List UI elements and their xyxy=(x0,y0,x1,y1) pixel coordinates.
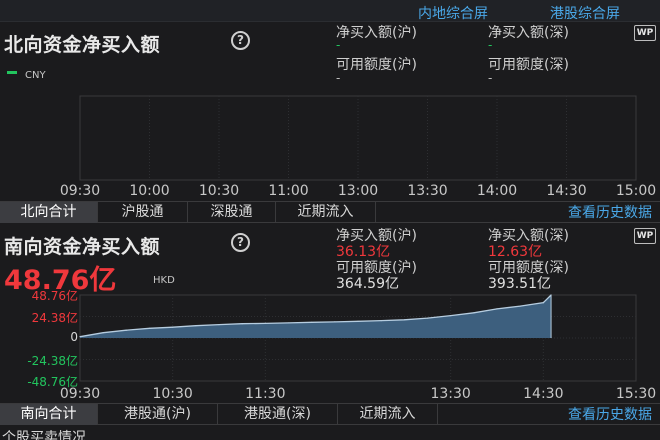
tab-south-recent-inflow[interactable]: 近期流入 xyxy=(338,404,438,425)
tab-sz-connect[interactable]: 深股通 xyxy=(188,202,276,223)
south-data-point xyxy=(79,336,81,338)
south-wp-icon[interactable]: WP xyxy=(634,228,656,244)
tab-north-total[interactable]: 北向合计 xyxy=(0,202,98,223)
tab-hk-connect-sz[interactable]: 港股通(深) xyxy=(218,404,338,425)
north-chart xyxy=(79,95,637,181)
south-help-icon[interactable]: ? xyxy=(231,233,250,252)
south-data-point xyxy=(519,305,521,307)
south-data-point xyxy=(195,325,197,327)
south-chart xyxy=(79,294,637,382)
south-y-tick: 48.76亿 xyxy=(31,289,78,303)
north-sz-net-value: - xyxy=(488,38,493,52)
top-navigation-bar: 内地综合屏 港股综合屏 xyxy=(0,0,660,22)
south-data-point xyxy=(357,320,359,322)
south-data-point xyxy=(311,321,313,323)
north-chart-grid xyxy=(149,96,567,180)
tab-hk-connect-sh[interactable]: 港股通(沪) xyxy=(98,404,218,425)
south-data-point xyxy=(473,312,475,314)
tab-sh-connect[interactable]: 沪股通 xyxy=(98,202,188,223)
south-title: 南向资金净买入额 xyxy=(4,236,161,258)
north-tabbar: 北向合计 沪股通 深股通 近期流入 查看历史数据 xyxy=(0,201,660,223)
north-help-icon[interactable]: ? xyxy=(231,31,250,50)
north-x-tick: 14:30 xyxy=(546,183,587,199)
north-sh-quota-label: 可用额度(沪) xyxy=(336,57,417,73)
south-history-link[interactable]: 查看历史数据 xyxy=(568,405,652,425)
north-x-tick: 14:00 xyxy=(476,183,518,199)
north-wp-icon[interactable]: WP xyxy=(634,25,656,41)
south-x-tick: 13:30 xyxy=(430,386,471,402)
north-legend-line-icon xyxy=(7,71,17,74)
south-data-point xyxy=(496,308,498,310)
south-data-point xyxy=(542,302,544,304)
north-sz-quota-value: - xyxy=(488,71,493,85)
south-data-point xyxy=(380,320,382,322)
south-x-tick: 11:30 xyxy=(245,386,286,402)
south-data-point xyxy=(287,322,290,324)
south-data-point xyxy=(148,327,151,329)
south-currency-label: HKD xyxy=(153,275,175,286)
north-sh-net-label: 净买入额(沪) xyxy=(336,25,417,41)
north-title: 北向资金净买入额 xyxy=(4,34,161,56)
south-data-point xyxy=(241,323,243,325)
south-data-point xyxy=(264,322,266,324)
north-x-tick: 10:30 xyxy=(198,183,240,199)
tab-north-recent-inflow[interactable]: 近期流入 xyxy=(276,202,376,223)
south-data-point xyxy=(218,323,220,326)
north-sh-quota-value: - xyxy=(336,71,341,85)
south-x-tick: 10:30 xyxy=(152,386,193,402)
south-data-point xyxy=(426,317,429,319)
north-x-tick: 13:00 xyxy=(337,183,379,199)
south-x-tick: 15:30 xyxy=(615,386,657,402)
south-tabbar: 南向合计 港股通(沪) 港股通(深) 近期流入 查看历史数据 xyxy=(0,403,660,425)
north-x-tick: 09:30 xyxy=(59,183,101,199)
south-y-tick: -24.38亿 xyxy=(27,353,78,368)
north-x-tick: 13:30 xyxy=(407,183,448,199)
south-x-tick: 09:30 xyxy=(59,386,101,402)
south-data-point xyxy=(172,326,174,328)
stock-trading-section-title: 个股买卖情况 xyxy=(2,430,86,440)
north-sh-net-value: - xyxy=(336,38,341,52)
north-x-tick: 11:00 xyxy=(268,183,309,199)
mainland-screen-link[interactable]: 内地综合屏 xyxy=(418,3,488,23)
hk-screen-link[interactable]: 港股综合屏 xyxy=(550,3,620,23)
north-sz-quota-label: 可用额度(深) xyxy=(488,57,569,73)
south-data-point xyxy=(334,321,336,323)
south-area-fill xyxy=(80,295,552,338)
south-data-point xyxy=(125,329,127,331)
south-data-point xyxy=(102,332,104,334)
south-data-point xyxy=(450,315,452,317)
north-history-link[interactable]: 查看历史数据 xyxy=(568,203,652,223)
south-data-point xyxy=(403,319,405,321)
south-y-tick: 24.38亿 xyxy=(31,310,78,325)
tab-south-total[interactable]: 南向合计 xyxy=(0,404,98,425)
north-currency-label: CNY xyxy=(25,70,46,81)
south-y-tick: 0 xyxy=(70,330,78,344)
north-x-tick: 10:00 xyxy=(129,183,170,199)
north-sz-net-label: 净买入额(深) xyxy=(488,25,569,41)
south-x-tick: 14:30 xyxy=(523,386,564,402)
north-x-tick: 15:00 xyxy=(615,183,657,199)
